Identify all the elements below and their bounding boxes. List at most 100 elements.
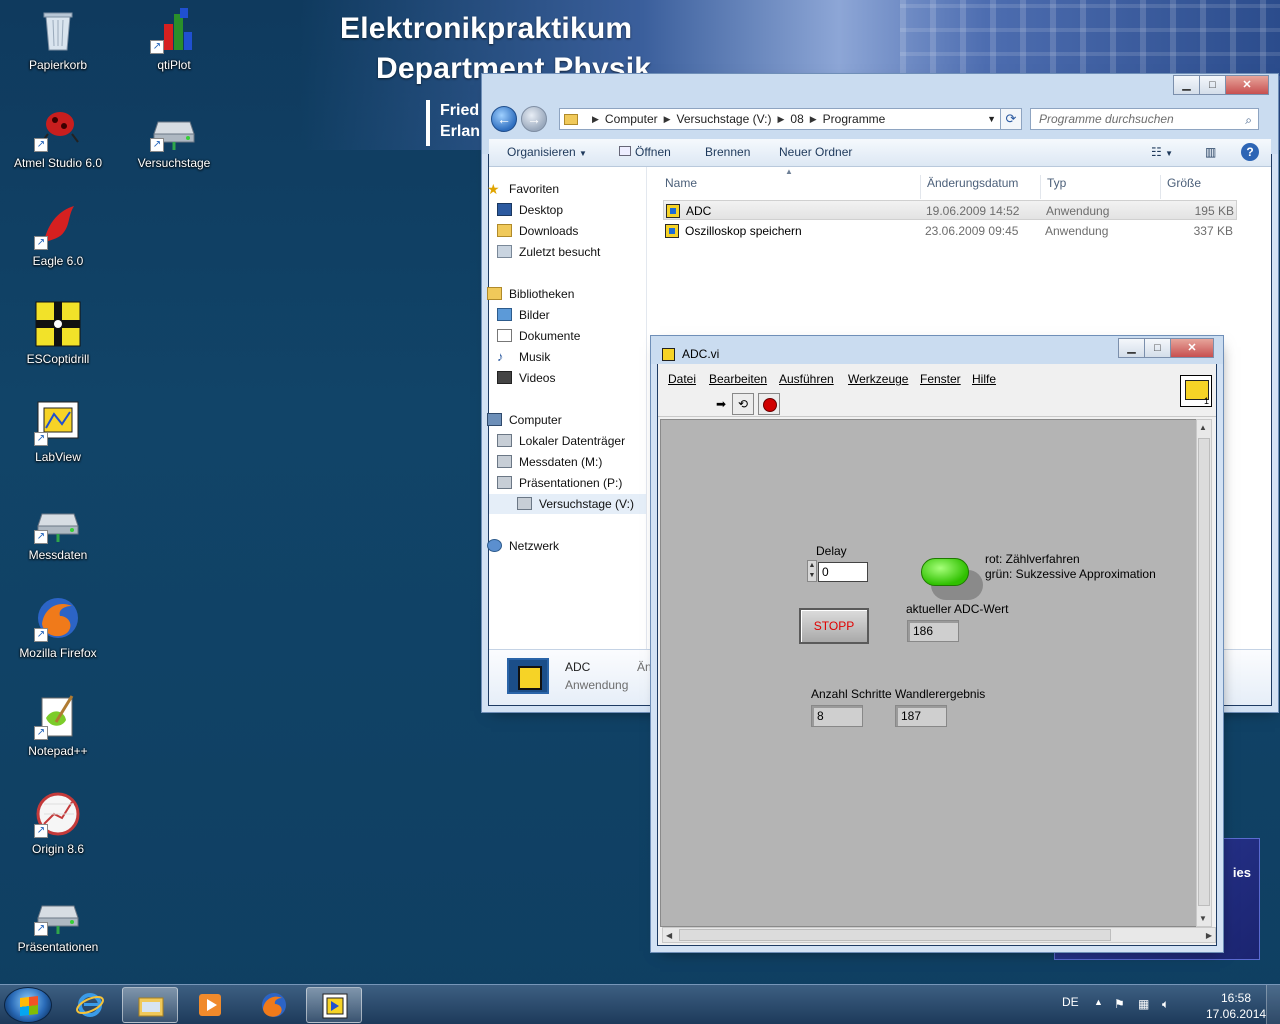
show-hidden-icons-icon[interactable]: ▲ <box>1094 997 1103 1007</box>
taskbar-firefox[interactable] <box>246 987 302 1023</box>
column-header-size[interactable]: Größe <box>1161 175 1237 199</box>
menu-bearbeiten[interactable]: Bearbeiten <box>709 372 767 386</box>
sidebar-item-libraries[interactable]: Bibliotheken <box>487 284 574 304</box>
start-button[interactable] <box>4 987 52 1023</box>
desktop-icon-praesentationen[interactable]: ↗ Präsentationen <box>10 888 106 954</box>
abort-execution-icon[interactable] <box>758 393 780 415</box>
run-continuously-icon[interactable]: ⟲ <box>732 393 754 415</box>
sidebar-item-downloads[interactable]: Downloads <box>497 221 578 241</box>
minimize-button[interactable]: ▁ <box>1118 338 1145 358</box>
desktop-icon-versuchstage[interactable]: ↗ Versuchstage <box>126 104 222 170</box>
language-indicator[interactable]: DE <box>1062 995 1079 1009</box>
horizontal-scroll-thumb[interactable] <box>679 929 1111 941</box>
vertical-scroll-thumb[interactable] <box>1198 438 1210 906</box>
desktop-icon-firefox[interactable]: ↗ Mozilla Firefox <box>10 594 106 660</box>
menu-fenster[interactable]: Fenster <box>920 372 961 386</box>
menu-ausfuehren[interactable]: Ausführen <box>779 372 834 386</box>
sidebar-item-videos[interactable]: Videos <box>497 368 555 388</box>
column-header-type[interactable]: Typ <box>1041 175 1161 199</box>
vertical-scrollbar[interactable]: ▲ ▼ <box>1196 419 1212 927</box>
desktop-icon-origin[interactable]: ↗ Origin 8.6 <box>10 790 106 856</box>
origin-icon: ↗ <box>34 790 82 838</box>
maximize-button[interactable]: □ <box>1199 75 1226 95</box>
scroll-right-icon[interactable]: ▶ <box>1206 931 1212 940</box>
sidebar-item-music[interactable]: ♪ Musik <box>497 347 550 367</box>
column-header-name[interactable]: Name <box>659 175 921 199</box>
breadcrumb-drive[interactable]: Versuchstage (V:) <box>677 112 772 126</box>
scroll-down-icon[interactable]: ▼ <box>1199 914 1207 923</box>
shortcut-arrow-icon: ↗ <box>34 824 48 838</box>
chevron-right-icon[interactable]: ▶ <box>810 114 817 125</box>
sidebar-item-versuchstage[interactable]: Versuchstage (V:) <box>489 494 646 514</box>
desktop-icon-labview[interactable]: ↗ LabView <box>10 398 106 464</box>
action-center-flag-icon[interactable]: ⚑ <box>1114 997 1125 1011</box>
menu-werkzeuge[interactable]: Werkzeuge <box>848 372 908 386</box>
view-options-icon[interactable]: ☷ ▼ <box>1151 145 1173 159</box>
volume-icon[interactable]: 🔈︎ <box>1162 997 1169 1012</box>
stop-button[interactable]: STOPP <box>799 608 869 644</box>
chevron-down-icon[interactable]: ▼ <box>987 114 996 124</box>
sidebar-item-computer[interactable]: Computer <box>487 410 562 430</box>
chevron-right-icon[interactable]: ▶ <box>664 114 671 125</box>
firefox-icon <box>262 993 286 1017</box>
new-folder-button[interactable]: Neuer Ordner <box>779 145 852 159</box>
scroll-left-icon[interactable]: ◀ <box>666 931 672 940</box>
preview-pane-icon[interactable]: ▥ <box>1205 145 1216 159</box>
forward-arrow-icon[interactable]: → <box>521 106 547 132</box>
desktop-icon-atmel-studio[interactable]: ↗ Atmel Studio 6.0 <box>10 104 106 170</box>
menu-datei[interactable]: Datei <box>668 372 696 386</box>
sidebar-item-favorites[interactable]: ★ Favoriten <box>487 179 559 199</box>
breadcrumb-folder-08[interactable]: 08 <box>790 112 803 126</box>
labview-front-panel-window[interactable]: ADC.vi ▁ □ ✕ Datei Bearbeiten Ausführen … <box>651 336 1223 946</box>
desktop-icon-eagle[interactable]: ↗ Eagle 6.0 <box>10 202 106 268</box>
desktop-icon-escoptidrill[interactable]: ESCoptidrill <box>10 300 106 366</box>
chevron-right-icon[interactable]: ▶ <box>777 114 784 125</box>
scroll-up-icon[interactable]: ▲ <box>1199 423 1207 432</box>
menu-hilfe[interactable]: Hilfe <box>972 372 996 386</box>
close-button[interactable]: ✕ <box>1170 338 1214 358</box>
sidebar-item-praesentationen[interactable]: Präsentationen (P:) <box>497 473 622 493</box>
maximize-button[interactable]: □ <box>1144 338 1171 358</box>
show-desktop-button[interactable] <box>1266 985 1280 1024</box>
close-button[interactable]: ✕ <box>1225 75 1269 95</box>
breadcrumb-computer[interactable]: Computer <box>605 112 658 126</box>
column-header-date[interactable]: Änderungsdatum <box>921 175 1041 199</box>
file-row[interactable]: Oszilloskop speichern 23.06.2009 09:45 A… <box>663 221 1237 241</box>
burn-button[interactable]: Brennen <box>705 145 750 159</box>
sidebar-item-documents[interactable]: Dokumente <box>497 326 580 346</box>
clock-date[interactable]: 17.06.2014 <box>1206 1007 1266 1021</box>
taskbar-media-player[interactable] <box>182 987 238 1023</box>
sidebar-item-pictures[interactable]: Bilder <box>497 305 550 325</box>
network-icon[interactable]: ▦ <box>1138 997 1149 1011</box>
taskbar-explorer[interactable] <box>122 987 178 1023</box>
sidebar-item-messdaten[interactable]: Messdaten (M:) <box>497 452 602 472</box>
chevron-right-icon[interactable]: ▶ <box>592 114 599 125</box>
help-icon[interactable]: ? <box>1241 143 1259 161</box>
horizontal-scrollbar[interactable]: ◀ ▶ <box>662 927 1216 943</box>
clock-time[interactable]: 16:58 <box>1206 991 1266 1005</box>
delay-input[interactable]: 0 <box>818 562 868 582</box>
taskbar-labview[interactable] <box>306 987 362 1023</box>
delay-increment-icon[interactable]: ▲ ▼ <box>807 560 817 582</box>
minimize-button[interactable]: ▁ <box>1173 75 1200 95</box>
organize-button[interactable]: Organisieren ▼ <box>507 145 587 159</box>
back-arrow-icon[interactable]: ← <box>491 106 517 132</box>
search-icon[interactable]: ⌕ <box>1245 110 1252 130</box>
mode-toggle-switch[interactable] <box>921 558 969 586</box>
file-row[interactable]: ADC 19.06.2009 14:52 Anwendung 195 KB <box>663 200 1237 220</box>
sidebar-item-recent[interactable]: Zuletzt besucht <box>497 242 600 262</box>
refresh-icon[interactable]: ⟳ <box>1000 108 1022 130</box>
address-bar[interactable]: ▶ Computer ▶ Versuchstage (V:) ▶ 08 ▶ Pr… <box>559 108 1001 130</box>
desktop-icon-qtiplot[interactable]: ↗ qtiPlot <box>126 6 222 72</box>
search-input[interactable]: Programme durchsuchen ⌕ <box>1030 108 1259 130</box>
sidebar-item-network[interactable]: Netzwerk <box>487 536 559 556</box>
desktop-icon-messdaten[interactable]: ↗ Messdaten <box>10 496 106 562</box>
desktop-icon-notepadpp[interactable]: ↗ Notepad++ <box>10 692 106 758</box>
desktop-icon-papierkorb[interactable]: Papierkorb <box>10 6 106 72</box>
open-button[interactable]: Öffnen <box>619 145 671 159</box>
sidebar-item-local-disk[interactable]: Lokaler Datenträger <box>497 431 625 451</box>
taskbar-internet-explorer[interactable] <box>62 987 118 1023</box>
sidebar-item-desktop[interactable]: Desktop <box>497 200 563 220</box>
run-arrow-icon[interactable]: ➡ <box>710 393 732 415</box>
breadcrumb-programme[interactable]: Programme <box>823 112 886 126</box>
